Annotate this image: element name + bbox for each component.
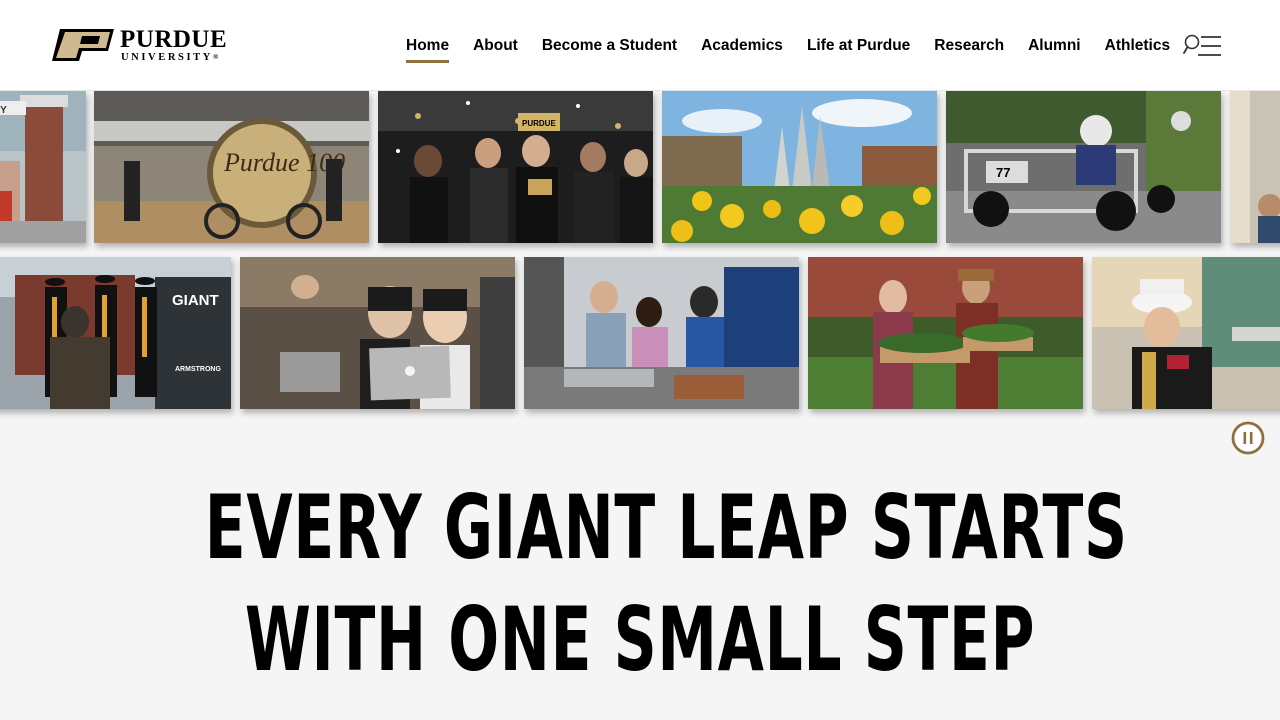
logo-subtitle: UNIVERSITY® [121, 52, 218, 63]
photo-students-plants [808, 257, 1083, 409]
search-menu-icon [1183, 34, 1221, 56]
photo-drum-celebration: Purdue 100 [94, 91, 369, 243]
purdue-p-motif-icon [52, 29, 114, 61]
photo-championship-celebration: PURDUE [378, 91, 653, 243]
registered-mark: ® [212, 53, 219, 61]
main-nav: Home About Become a Student Academics Li… [406, 36, 1194, 63]
nav-life-at-purdue[interactable]: Life at Purdue [807, 36, 910, 60]
pause-button[interactable] [1231, 421, 1265, 455]
photo-students-laptops [240, 257, 515, 409]
nav-research[interactable]: Research [934, 36, 1004, 60]
purdue-logo[interactable]: PURDUE UNIVERSITY® [52, 26, 242, 66]
photo-graduates-statue: GIANT ARMSTRONG [0, 257, 231, 409]
photo-lab-workshop [524, 257, 799, 409]
giant-sign-text: GIANT [172, 292, 219, 309]
photo-fountain-pansies [662, 91, 937, 243]
logo-subtitle-text: UNIVERSITY [121, 52, 213, 63]
photo-partial-edge [1230, 91, 1280, 243]
kart-number-text: 77 [996, 165, 1010, 180]
nav-become-a-student[interactable]: Become a Student [542, 36, 677, 60]
hero-headline-line1: EVERY GIANT LEAP STARTS [204, 476, 1128, 579]
nav-athletics[interactable]: Athletics [1105, 36, 1170, 60]
hero-headline: EVERY GIANT LEAP STARTS WITH ONE SMALL S… [204, 472, 1128, 696]
logo-wordmark: PURDUE [120, 26, 228, 53]
nav-about[interactable]: About [473, 36, 518, 60]
photo-marching-band [1092, 257, 1280, 409]
pause-icon [1231, 421, 1265, 455]
armstrong-sign-text: ARMSTRONG [175, 366, 221, 373]
gate-sign-text: TY [0, 105, 7, 116]
photo-grand-prix-kart: 77 [946, 91, 1221, 243]
photo-student-gate: TY [0, 91, 86, 243]
nav-alumni[interactable]: Alumni [1028, 36, 1081, 60]
nav-home[interactable]: Home [406, 36, 450, 63]
nav-academics[interactable]: Academics [701, 36, 783, 60]
site-header: PURDUE UNIVERSITY® Home About Become a S… [0, 0, 1280, 91]
trophy-sign-text: PURDUE [522, 119, 556, 128]
hero-headline-line2: WITH ONE SMALL STEP [244, 588, 1036, 691]
search-menu-button[interactable] [1183, 32, 1225, 60]
